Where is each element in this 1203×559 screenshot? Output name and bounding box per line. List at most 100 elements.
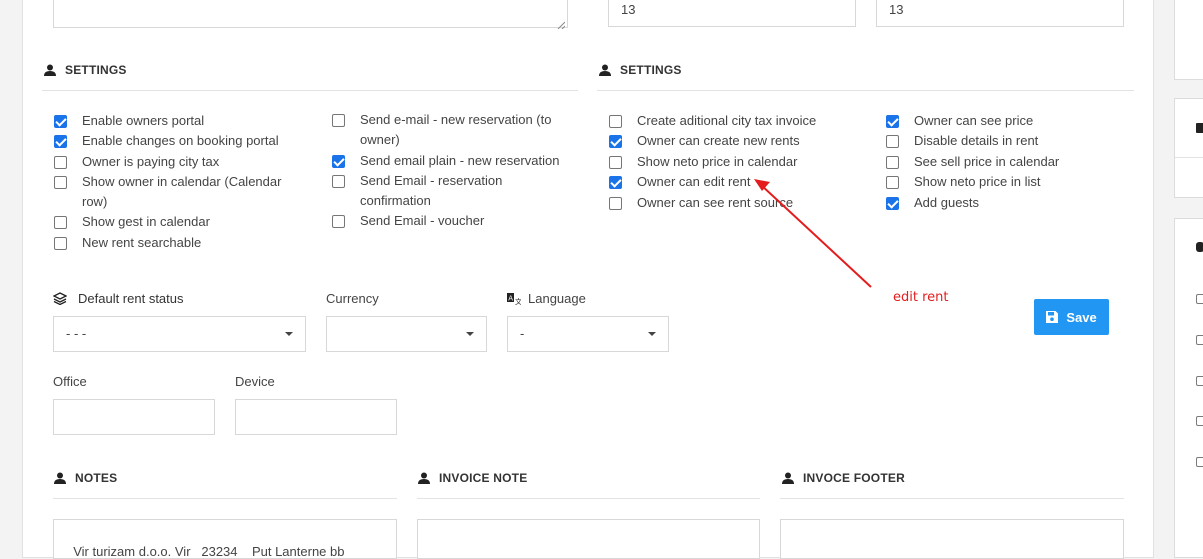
- save-button-label: Save: [1066, 309, 1097, 325]
- checkbox[interactable]: [886, 135, 899, 148]
- checkbox[interactable]: [332, 114, 345, 127]
- checkbox-send-email-new-reservation-owner[interactable]: Send e-mail - new reservation (to owner): [332, 110, 572, 150]
- checkbox-show-neto-price-in-list[interactable]: Show neto price in list: [886, 172, 1126, 192]
- checkbox[interactable]: [332, 155, 345, 168]
- annotation-arrow: [754, 179, 872, 288]
- checkbox[interactable]: [609, 197, 622, 210]
- checkbox[interactable]: [54, 176, 67, 189]
- currency-select[interactable]: [326, 316, 487, 352]
- side-checkbox[interactable]: [1196, 335, 1203, 345]
- checkbox[interactable]: [886, 115, 899, 128]
- checkbox[interactable]: [609, 115, 622, 128]
- checkbox-show-gest-in-calendar[interactable]: Show gest in calendar: [54, 212, 304, 232]
- checkbox-label: Show neto price in calendar: [637, 154, 798, 169]
- floppy-disk-icon: [1046, 311, 1059, 323]
- checkbox-new-rent-searchable[interactable]: New rent searchable: [54, 233, 304, 253]
- invoice-footer-title: INVOCE FOOTER: [803, 471, 905, 485]
- invoice-note-title: INVOICE NOTE: [439, 471, 528, 485]
- checkbox[interactable]: [54, 115, 67, 128]
- checkbox[interactable]: [54, 216, 67, 229]
- description-textarea[interactable]: [53, 0, 568, 28]
- checkbox-label: Owner can create new rents: [637, 133, 800, 148]
- checkbox-send-email-voucher[interactable]: Send Email - voucher: [332, 211, 572, 231]
- settings-panel: [22, 0, 1154, 558]
- language-value: -: [520, 326, 525, 341]
- invoice-footer-textarea[interactable]: [780, 519, 1124, 559]
- user-icon: [44, 64, 56, 76]
- save-button[interactable]: Save: [1034, 299, 1109, 335]
- side-divider: [1175, 157, 1203, 158]
- svg-text:A: A: [508, 294, 513, 302]
- default-rent-status-label-group: Default rent status: [53, 291, 184, 306]
- briefcase-icon: [1196, 123, 1203, 133]
- checkbox-create-aditional-city-tax-invoice[interactable]: Create aditional city tax invoice: [609, 111, 869, 131]
- top-number-field-2[interactable]: 13: [876, 0, 1124, 27]
- checkbox[interactable]: [886, 197, 899, 210]
- checkbox-send-email-plain-new-reservation[interactable]: Send email plain - new reservation: [332, 151, 572, 171]
- settings-right-header: SETTINGS: [599, 63, 682, 77]
- notes-value: Vir turizam d.o.o. Vir 23234 Put Lantern…: [73, 544, 345, 559]
- invoice-note-divider: [417, 498, 760, 499]
- chevron-down-icon: [466, 332, 474, 336]
- checkbox-send-email-reservation-confirmation[interactable]: Send Email - reservation confirmation: [332, 171, 572, 211]
- invoice-footer-header: INVOCE FOOTER: [782, 471, 905, 485]
- checkbox[interactable]: [609, 176, 622, 189]
- settings-right-title: SETTINGS: [620, 63, 682, 77]
- notes-divider: [53, 498, 397, 499]
- top-number-field-1[interactable]: 13: [608, 0, 856, 27]
- checkbox-add-guests[interactable]: Add guests: [886, 193, 1126, 213]
- checkbox[interactable]: [54, 135, 67, 148]
- checkbox-label: Enable changes on booking portal: [82, 133, 279, 148]
- checkbox-label: See sell price in calendar: [914, 154, 1060, 169]
- checkbox[interactable]: [609, 156, 622, 169]
- checkbox-label: Send email plain - new reservation: [360, 153, 560, 168]
- checkbox-label: Disable details in rent: [914, 133, 1039, 148]
- checkbox-enable-changes-booking-portal[interactable]: Enable changes on booking portal: [54, 131, 304, 151]
- checkbox-label: New rent searchable: [82, 235, 202, 250]
- layers-icon: [53, 292, 67, 305]
- checkbox-see-sell-price-in-calendar[interactable]: See sell price in calendar: [886, 152, 1126, 172]
- user-icon: [418, 472, 430, 484]
- svg-text:文: 文: [515, 297, 521, 305]
- resize-handle-icon[interactable]: [557, 17, 566, 30]
- checkbox[interactable]: [54, 237, 67, 250]
- checkbox-owner-can-see-price[interactable]: Owner can see price: [886, 111, 1126, 131]
- language-select[interactable]: -: [507, 316, 669, 352]
- checkbox[interactable]: [332, 215, 345, 228]
- checkbox-disable-details-in-rent[interactable]: Disable details in rent: [886, 131, 1126, 151]
- notes-header: NOTES: [54, 471, 117, 485]
- invoice-note-textarea[interactable]: [417, 519, 760, 559]
- side-card-bottom: [1174, 218, 1203, 558]
- checkbox[interactable]: [54, 156, 67, 169]
- side-card-top: [1174, 0, 1203, 80]
- office-input[interactable]: [53, 399, 215, 435]
- user-icon: [782, 472, 794, 484]
- checkbox-show-owner-in-calendar[interactable]: Show owner in calendar (Calendar row): [54, 172, 294, 212]
- checkbox-label: Add guests: [914, 195, 980, 210]
- checkbox-show-neto-price-in-calendar[interactable]: Show neto price in calendar: [609, 152, 869, 172]
- checkbox[interactable]: [886, 176, 899, 189]
- top-number-value-1: 13: [621, 2, 636, 17]
- default-rent-status-select[interactable]: - - -: [53, 316, 306, 352]
- side-checkbox[interactable]: [1196, 294, 1203, 304]
- device-input[interactable]: [235, 399, 397, 435]
- database-icon: [1196, 242, 1203, 252]
- checkbox[interactable]: [609, 135, 622, 148]
- side-checkbox[interactable]: [1196, 376, 1203, 386]
- checkbox-owner-paying-city-tax[interactable]: Owner is paying city tax: [54, 152, 304, 172]
- annotation-text: edit rent: [893, 290, 949, 305]
- checkbox-label: Send Email - reservation confirmation: [360, 173, 503, 208]
- checkbox-label: Create aditional city tax invoice: [637, 113, 817, 128]
- checkbox-owner-can-create-new-rents[interactable]: Owner can create new rents: [609, 131, 869, 151]
- checkbox-enable-owners-portal[interactable]: Enable owners portal: [54, 111, 304, 131]
- side-checkbox[interactable]: [1196, 457, 1203, 467]
- notes-textarea[interactable]: Vir turizam d.o.o. Vir 23234 Put Lantern…: [53, 519, 397, 559]
- office-label: Office: [53, 374, 87, 389]
- checkbox[interactable]: [332, 175, 345, 188]
- checkbox-label: Send Email - voucher: [360, 213, 485, 228]
- checkbox-label: Enable owners portal: [82, 113, 205, 128]
- language-label: Language: [528, 291, 586, 306]
- checkbox-label: Send e-mail - new reservation (to owner): [360, 112, 552, 147]
- checkbox[interactable]: [886, 156, 899, 169]
- side-checkbox[interactable]: [1196, 416, 1203, 426]
